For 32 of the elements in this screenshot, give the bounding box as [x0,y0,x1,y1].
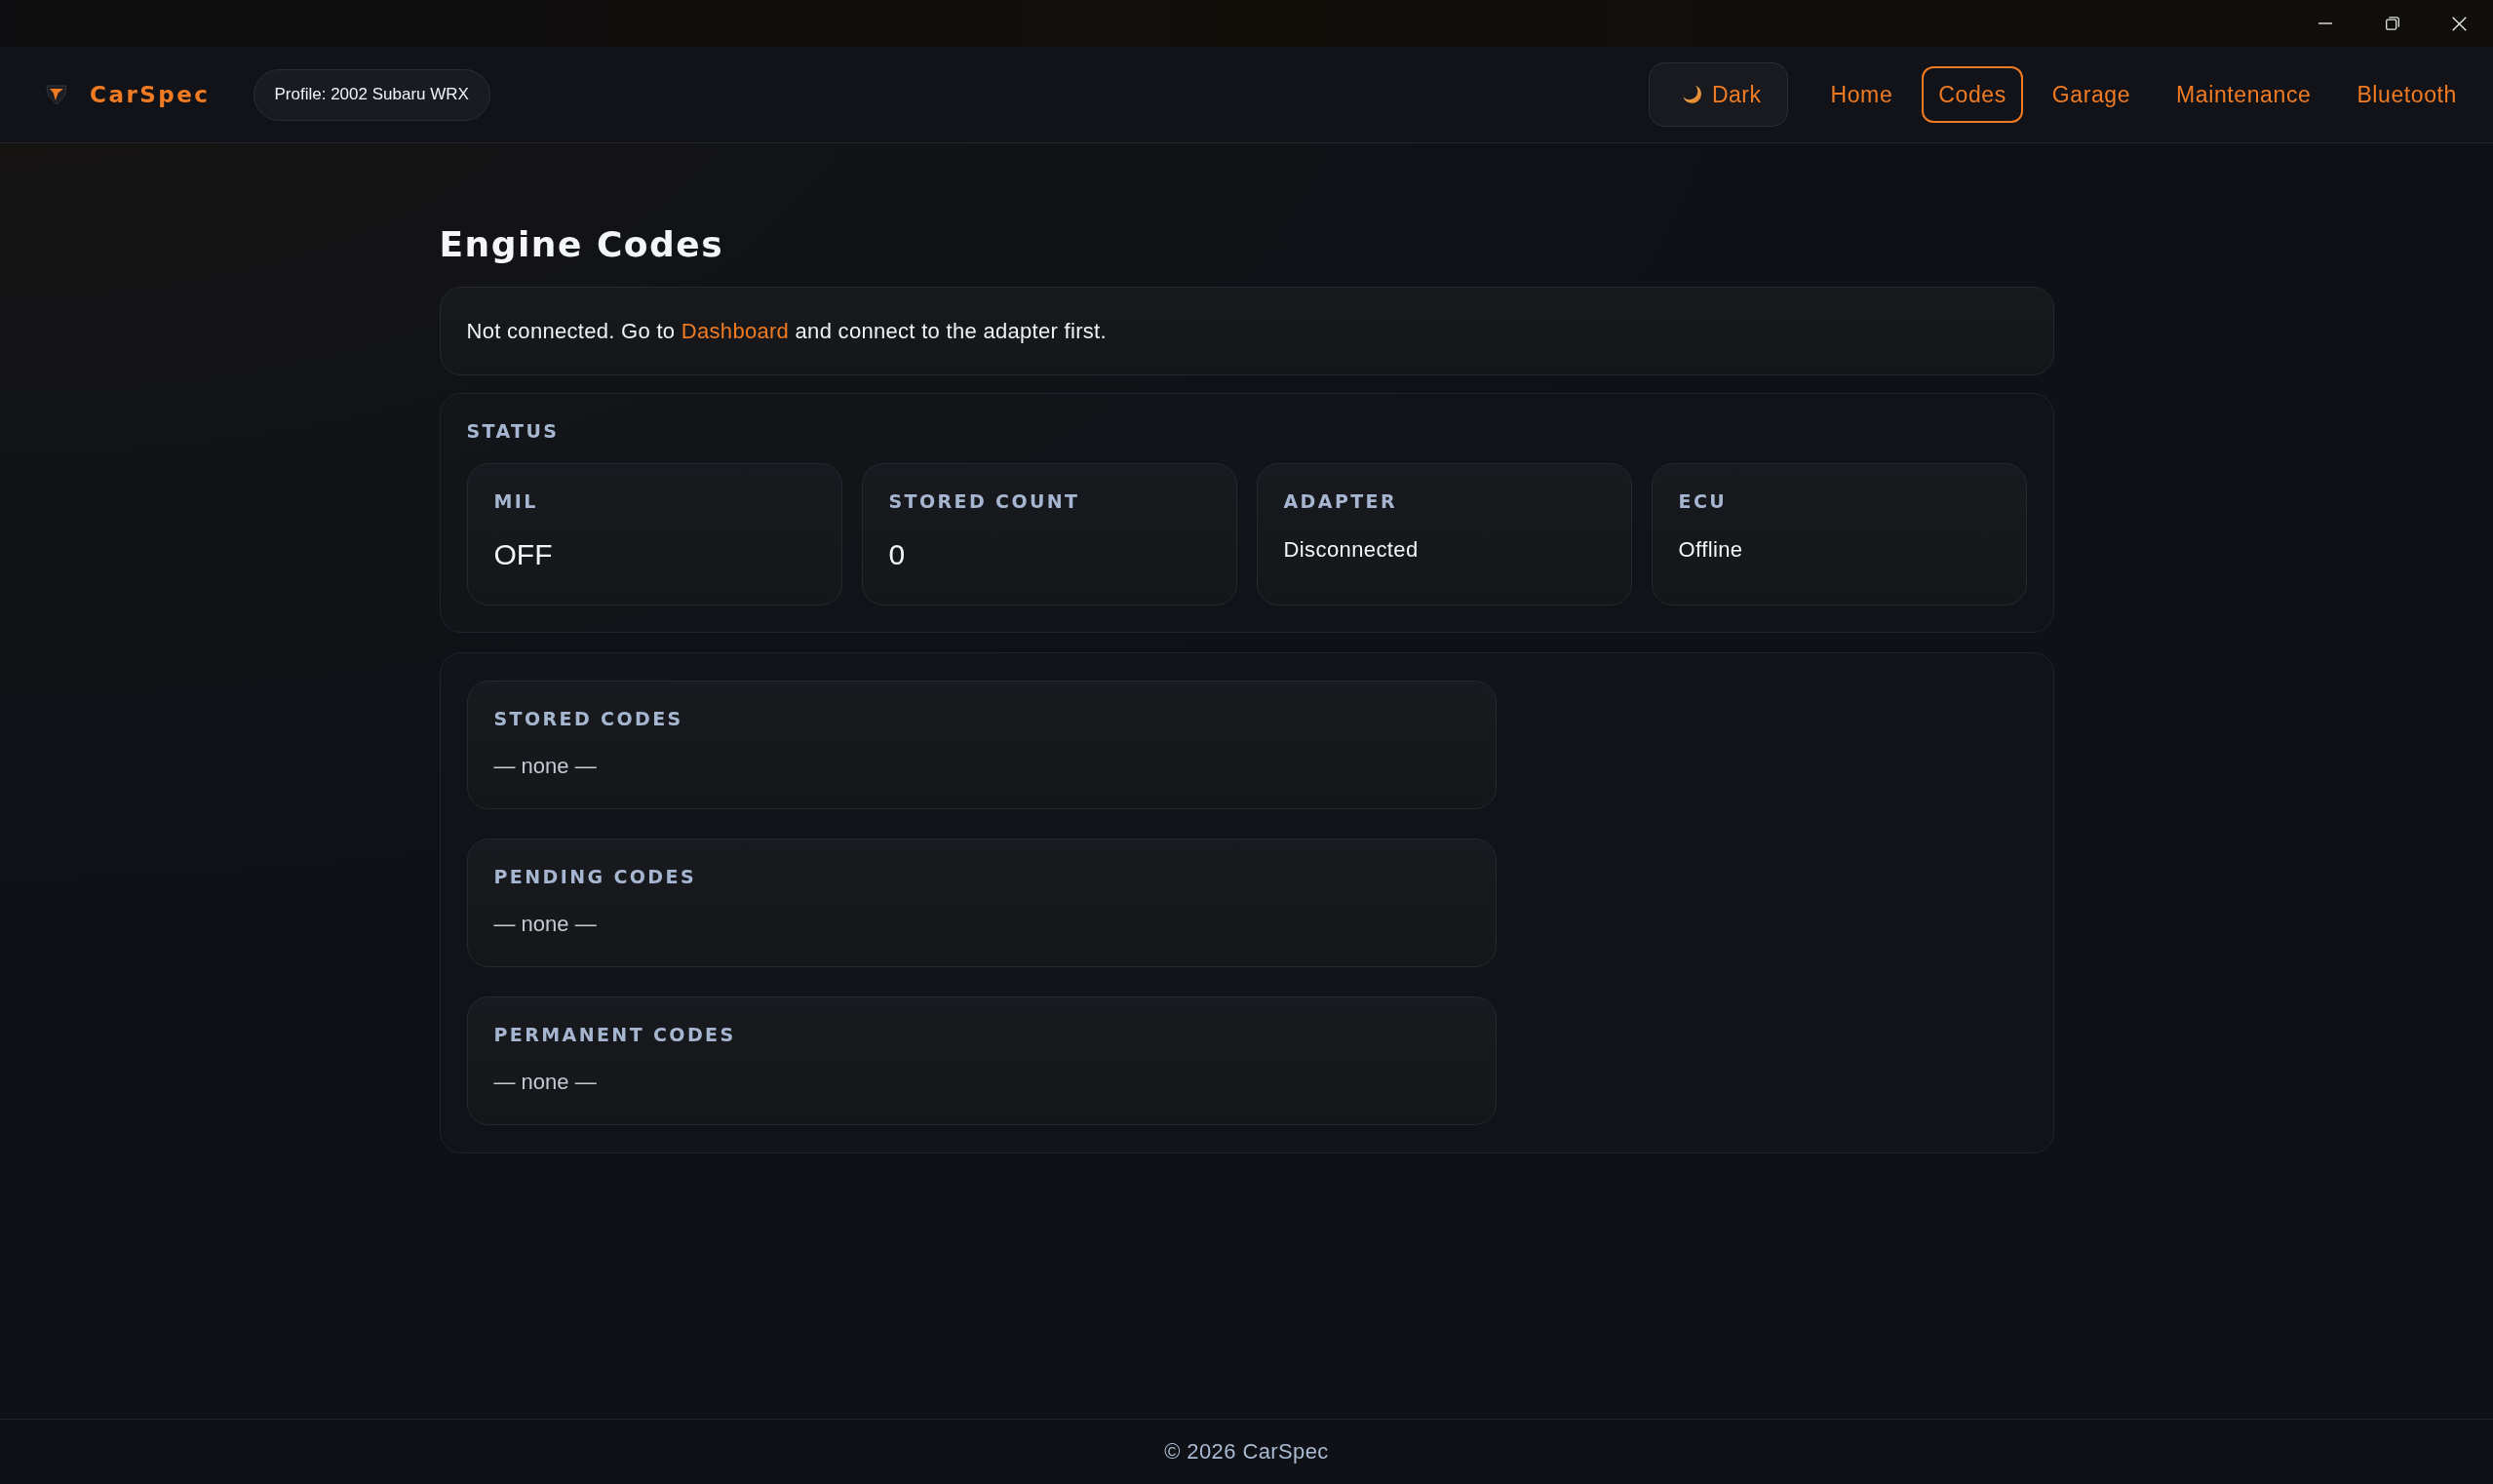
nav-link[interactable]: Codes [1922,66,2023,123]
theme-toggle-button[interactable]: Dark [1648,62,1788,127]
moon-icon [1682,85,1702,104]
logo-icon [46,84,67,105]
page-title: Engine Codes [439,223,724,266]
empty-text: — none — [493,911,597,938]
restore-icon [2385,17,2399,30]
minimize-icon [2318,22,2332,24]
nav-link[interactable]: Maintenance [2160,66,2328,123]
empty-text: — none — [493,753,597,780]
nav-link[interactable]: Garage [2035,66,2148,123]
stat-label: ADAPTER [1283,489,1397,513]
stat-label: ECU [1678,489,1728,513]
stat-value: Offline [1678,536,1743,564]
close-icon [2452,16,2467,31]
profile-badge: Profile: 2002 Subaru WRX [253,68,490,121]
stat-label: MIL [493,489,538,513]
copyright-text: © 2026 CarSpec [1164,1439,1329,1464]
dashboard-link[interactable]: Dashboard [681,319,790,343]
code-list-title: PERMANENT CODES [493,1023,736,1046]
stat-value: 0 [888,537,906,572]
section-title: STATUS [466,419,560,443]
stat-value: OFF [493,537,553,572]
notice-text: Not connected. Go to Dashboard and connect to the adapter first. [466,318,1108,344]
code-list-title: PENDING CODES [493,865,696,888]
nav-link[interactable]: Bluetooth [2340,66,2474,123]
stat-label: STORED COUNT [888,489,1080,513]
stat-value: Disconnected [1283,536,1419,564]
nav-link[interactable]: Home [1813,66,1910,123]
empty-text: — none — [493,1069,597,1096]
code-list-title: STORED CODES [493,707,683,730]
brand-name: CarSpec [90,82,211,107]
